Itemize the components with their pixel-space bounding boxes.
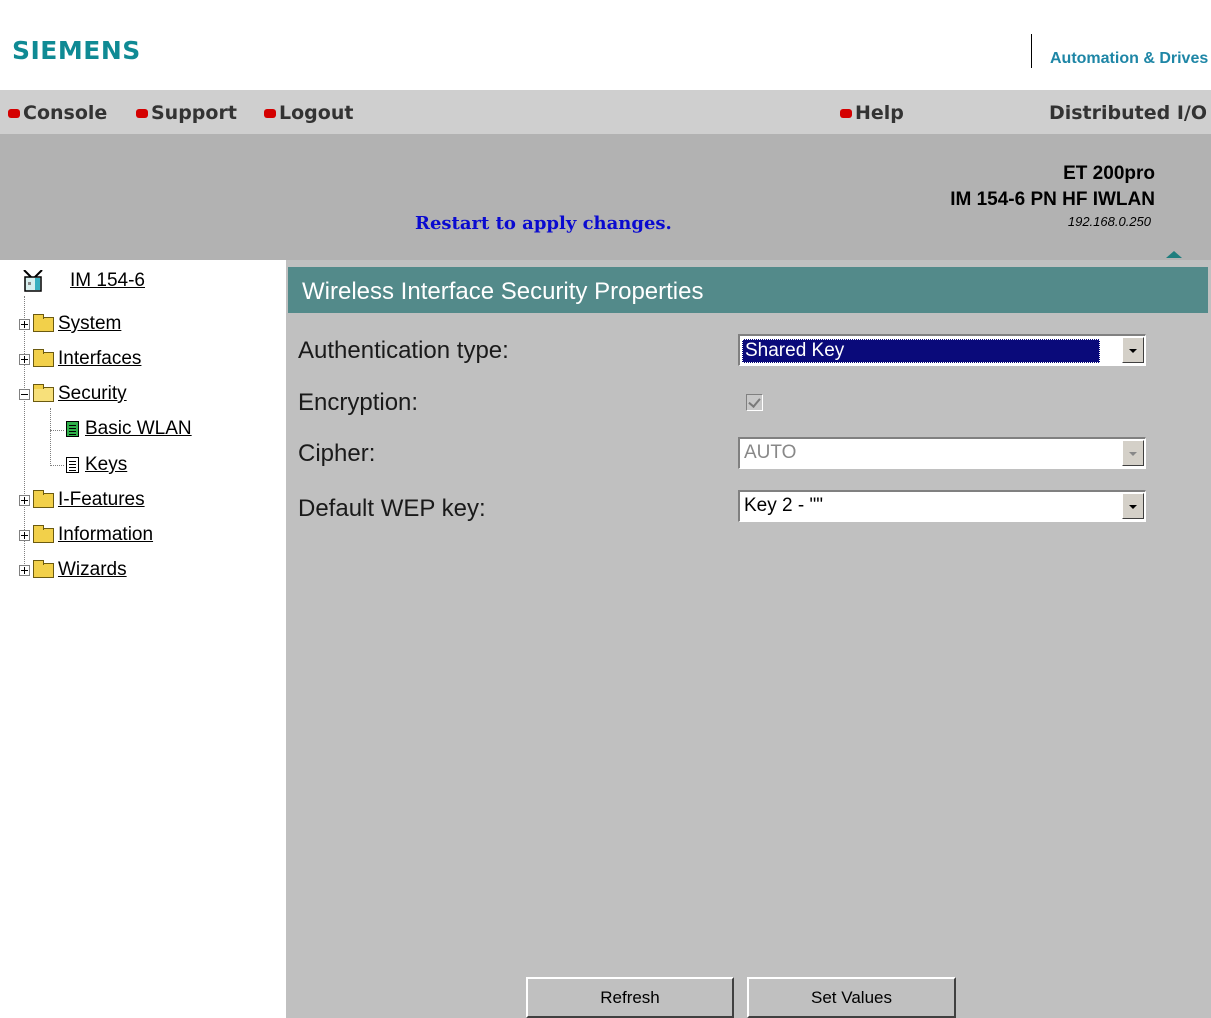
wep-key-label: Default WEP key: — [298, 495, 486, 522]
cipher-select[interactable]: AUTO — [738, 437, 1146, 469]
panel-title-bar: Wireless Interface Security Properties — [288, 267, 1208, 313]
header-divider — [1031, 34, 1032, 68]
main-panel: Wireless Interface Security Properties A… — [286, 260, 1211, 1018]
page: SIEMENS Automation & Drives Console Supp… — [0, 0, 1211, 1018]
siemens-logo: SIEMENS — [12, 36, 141, 65]
panel-title: Wireless Interface Security Properties — [302, 278, 704, 305]
tree-item-label[interactable]: Basic WLAN — [85, 418, 192, 440]
expand-icon[interactable] — [19, 318, 30, 330]
bullet-icon — [8, 108, 20, 118]
restart-notice: Restart to apply changes. — [415, 213, 672, 234]
expand-icon[interactable] — [19, 564, 30, 576]
tree-item-information[interactable]: Information — [19, 524, 153, 546]
wep-key-value: Key 2 - "" — [744, 495, 823, 516]
auth-type-select[interactable]: Shared Key — [738, 334, 1146, 366]
nav-support-link[interactable]: Support — [136, 102, 237, 124]
auth-type-value: Shared Key — [742, 339, 1101, 363]
device-ip: 192.168.0.250 — [1067, 214, 1151, 229]
collapse-arrow-icon[interactable] — [1166, 251, 1182, 258]
chevron-down-icon — [1122, 440, 1144, 466]
top-nav: Console Support Logout Help Distributed … — [0, 90, 1211, 134]
folder-icon — [33, 348, 54, 367]
encryption-checkbox[interactable] — [746, 394, 763, 411]
nav-logout-label: Logout — [279, 102, 354, 124]
tree-item-label[interactable]: Wizards — [58, 559, 127, 581]
tree-item-i-features[interactable]: I-Features — [19, 489, 145, 511]
nav-console-label: Console — [23, 102, 108, 124]
tree-item-label[interactable]: I-Features — [58, 489, 145, 511]
nav-logout-link[interactable]: Logout — [264, 102, 353, 124]
encryption-label: Encryption: — [298, 389, 419, 416]
status-banner: Restart to apply changes. ET 200pro IM 1… — [0, 134, 1211, 260]
tree-item-label[interactable]: Interfaces — [58, 348, 141, 370]
device-name: ET 200pro — [1063, 163, 1155, 184]
cipher-label: Cipher: — [298, 440, 376, 467]
tree-item-system[interactable]: System — [19, 313, 121, 335]
tree-root-item[interactable]: IM 154-6 — [22, 270, 145, 292]
device-model: IM 154-6 PN HF IWLAN — [950, 189, 1155, 210]
page-icon — [66, 457, 79, 473]
collapse-icon[interactable] — [19, 388, 30, 400]
folder-icon — [33, 313, 54, 332]
tree-line — [50, 430, 64, 431]
chevron-down-icon[interactable] — [1122, 493, 1144, 519]
expand-icon[interactable] — [19, 494, 30, 506]
product-line-label: Distributed I/O — [1048, 102, 1207, 124]
tree-line — [50, 408, 51, 466]
page-icon — [66, 421, 79, 437]
auth-type-label: Authentication type: — [298, 337, 509, 364]
open-folder-icon — [33, 383, 54, 402]
tree-item-keys[interactable]: Keys — [66, 454, 127, 476]
tree-item-security[interactable]: Security — [19, 383, 127, 405]
chevron-down-icon[interactable] — [1122, 337, 1144, 363]
nav-help-link[interactable]: Help — [840, 102, 904, 124]
cipher-value: AUTO — [744, 442, 797, 463]
folder-icon — [33, 489, 54, 508]
folder-icon — [33, 559, 54, 578]
nav-console-link[interactable]: Console — [8, 102, 107, 124]
nav-support-label: Support — [151, 102, 237, 124]
division-label: Automation & Drives — [1050, 50, 1209, 67]
tree-item-interfaces[interactable]: Interfaces — [19, 348, 141, 370]
tree-item-label[interactable]: System — [58, 313, 121, 335]
set-values-button[interactable]: Set Values — [747, 977, 956, 1018]
expand-icon[interactable] — [19, 353, 30, 365]
bullet-icon — [840, 108, 852, 118]
nav-help-label: Help — [855, 102, 904, 124]
device-icon — [23, 270, 43, 292]
wep-key-select[interactable]: Key 2 - "" — [738, 490, 1146, 522]
refresh-button[interactable]: Refresh — [526, 977, 734, 1018]
tree-item-label[interactable]: Information — [58, 524, 153, 546]
expand-icon[interactable] — [19, 529, 30, 541]
tree-item-wizards[interactable]: Wizards — [19, 559, 127, 581]
tree-item-label[interactable]: Security — [58, 383, 127, 405]
tree-line — [50, 465, 64, 466]
tree-item-basic-wlan[interactable]: Basic WLAN — [66, 418, 192, 440]
tree-item-label[interactable]: Keys — [85, 454, 127, 476]
folder-icon — [33, 524, 54, 543]
bullet-icon — [136, 108, 148, 118]
tree-root-label[interactable]: IM 154-6 — [70, 270, 145, 292]
bullet-icon — [264, 108, 276, 118]
